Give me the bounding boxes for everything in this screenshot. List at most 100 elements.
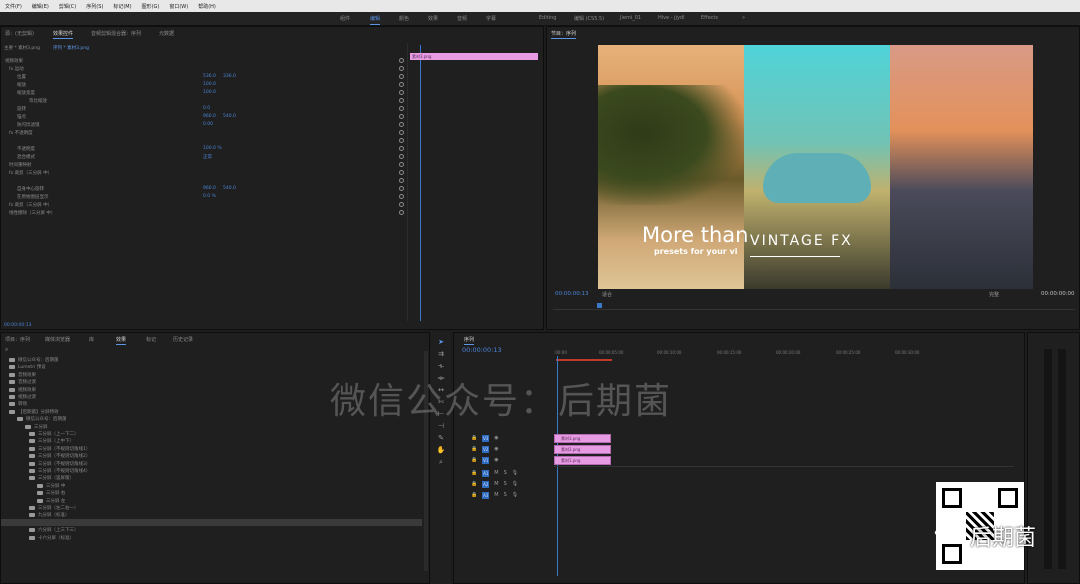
lock-icon[interactable]: 🔒 (471, 481, 477, 487)
track-header-a2[interactable]: 🔒 A2 M S 🎙 (471, 480, 518, 488)
effects-tree-item[interactable]: 音频过渡 (9, 379, 36, 385)
effects-tree-item[interactable]: 视频过渡 (9, 394, 36, 400)
workspace-tab[interactable]: 字幕 (486, 15, 496, 22)
reset-icon[interactable] (399, 122, 404, 127)
mute-icon[interactable]: M (494, 481, 498, 487)
effect-property-value[interactable]: 540.0 (223, 114, 236, 119)
sequence-clip-label[interactable]: 序列 * 素材3.png (53, 45, 89, 51)
ripple-edit-icon[interactable]: ⟛ (436, 362, 446, 370)
reset-icon[interactable] (399, 162, 404, 167)
lock-icon[interactable]: 🔒 (471, 457, 477, 463)
effect-property-value[interactable]: 0.0 % (203, 194, 216, 199)
effects-tree-item[interactable]: 三分屏（竖屏版） (29, 475, 74, 481)
track-label[interactable]: A3 (482, 491, 490, 499)
effects-tree-item[interactable]: 三分屏（不规则切角线4） (29, 468, 90, 474)
effect-property-row[interactable]: 在原始图层显示 (17, 193, 49, 201)
reset-icon[interactable] (399, 74, 404, 79)
track-header-a3[interactable]: 🔒 A3 M S 🎙 (471, 491, 518, 499)
reset-icon[interactable] (399, 194, 404, 199)
reset-icon[interactable] (399, 58, 404, 63)
timeline-clip[interactable]: 素材2.png (554, 445, 611, 454)
video-preview[interactable]: More than presets for your vi VINTAGE FX (598, 45, 1033, 289)
lock-icon[interactable]: 🔒 (471, 470, 477, 476)
effect-timecode[interactable]: 00:00:00:13 (4, 323, 31, 328)
track-label[interactable]: V2 (482, 445, 490, 453)
effect-property-row[interactable]: fx 运动 (9, 65, 24, 73)
tab-metadata[interactable]: 元数据 (159, 30, 174, 37)
track-header-v2[interactable]: 🔒 V2 ◉ (471, 445, 499, 453)
menu-edit[interactable]: 编辑(E) (32, 3, 49, 10)
effect-property-value[interactable]: 960.0 (203, 114, 216, 119)
effects-tree-item[interactable]: 三分屏（不规则切角线2） (29, 453, 90, 459)
menu-sequence[interactable]: 序列(S) (86, 3, 103, 10)
mic-icon[interactable]: 🎙 (512, 492, 518, 498)
menu-markers[interactable]: 标记(M) (113, 3, 131, 10)
effects-tree-item[interactable]: 三分屏（左二右一） (29, 505, 79, 511)
reset-icon[interactable] (399, 82, 404, 87)
selection-tool-icon[interactable]: ➤ (436, 338, 446, 346)
tab-markers[interactable]: 标记 (146, 336, 156, 343)
lock-icon[interactable]: 🔒 (471, 435, 477, 441)
reset-icon[interactable] (399, 154, 404, 159)
hand-icon[interactable]: ✋ (436, 446, 446, 454)
solo-icon[interactable]: S (504, 492, 507, 498)
quality-dropdown[interactable]: 完整 (989, 291, 999, 298)
effect-property-row[interactable]: 混合模式 (17, 153, 35, 161)
effects-tree-item[interactable]: 十六分屏（标准） (29, 535, 74, 541)
reset-icon[interactable] (399, 210, 404, 215)
eye-icon[interactable]: ◉ (494, 446, 498, 452)
timeline-clip[interactable]: 素材1.png (554, 456, 611, 465)
reset-icon[interactable] (399, 66, 404, 71)
solo-icon[interactable]: S (504, 481, 507, 487)
mute-icon[interactable]: M (494, 470, 498, 476)
reset-icon[interactable] (399, 146, 404, 151)
effects-tree-item[interactable]: 三分屏 右 (37, 490, 65, 496)
timeline-tab[interactable]: 序列 (464, 336, 475, 345)
mic-icon[interactable]: 🎙 (512, 470, 518, 476)
track-header-v1[interactable]: 🔒 V1 ◉ (471, 456, 499, 464)
tab-audio-mixer[interactable]: 音频剪辑混合器：序列 (91, 30, 141, 37)
workspace-tab[interactable]: Editing (539, 15, 556, 21)
effects-tree-item[interactable]: 三分屏 中 (37, 483, 65, 489)
effects-tree-item[interactable]: Lumetri 预设 (9, 364, 46, 370)
program-monitor-title[interactable]: 节目：序列 (551, 30, 577, 39)
effects-tree-item[interactable]: 转场 (9, 401, 27, 407)
reset-icon[interactable] (399, 130, 404, 135)
track-label[interactable]: V1 (482, 456, 490, 464)
workspace-tab[interactable]: 颜色 (399, 15, 409, 22)
effect-property-row[interactable]: 等比缩放 (29, 97, 47, 105)
effects-tree-item[interactable]: 三分屏 左 (37, 498, 65, 504)
track-label[interactable]: A2 (482, 480, 490, 488)
effect-property-value[interactable]: 100.0 (203, 90, 216, 95)
track-label[interactable]: V3 (482, 434, 490, 442)
effect-property-row[interactable]: 时间重映射 (9, 161, 32, 169)
workspace-tab-active[interactable]: 编辑 (370, 15, 381, 25)
effects-tree-item[interactable]: 视频效果 (9, 387, 36, 393)
effects-tree-item[interactable]: 微信公众号：后期菌 (17, 416, 67, 422)
workspace-tab[interactable]: 音频 (457, 15, 467, 22)
mic-icon[interactable]: 🎙 (512, 481, 518, 487)
tab-project[interactable]: 项目：序列 (5, 336, 30, 343)
reset-icon[interactable] (399, 106, 404, 111)
reset-icon[interactable] (399, 98, 404, 103)
effect-property-row[interactable]: 锚点 (17, 113, 26, 121)
effect-property-value[interactable]: 0.00 (203, 122, 213, 127)
mute-icon[interactable]: M (494, 492, 498, 498)
menu-help[interactable]: 帮助(H) (198, 3, 216, 10)
program-scrub-bar[interactable] (553, 303, 1075, 310)
program-playhead[interactable] (597, 303, 602, 308)
search-icon[interactable]: ⌕ (5, 346, 8, 354)
track-header-a1[interactable]: 🔒 A1 M S 🎙 (471, 469, 518, 477)
tab-history[interactable]: 历史记录 (173, 336, 193, 343)
effects-tree-item[interactable]: 微信公众号：后期菌 (9, 357, 59, 363)
lock-icon[interactable]: 🔒 (471, 492, 477, 498)
effect-property-row[interactable]: 自身中心旋转 (17, 185, 44, 193)
effect-property-value[interactable]: 540.0 (223, 186, 236, 191)
effects-tree-item[interactable]: 三分屏（上一下二） (29, 431, 79, 437)
workspace-tab[interactable]: 效果 (428, 15, 438, 22)
effects-tree-item[interactable]: 音频效果 (9, 372, 36, 378)
effects-tree-item[interactable]: 九分屏（标准） (29, 512, 70, 518)
effect-property-row[interactable]: fx 不透明度 (9, 129, 33, 137)
track-header-v3[interactable]: 🔒 V3 ◉ (471, 434, 499, 442)
effects-tree-item[interactable]: 三分屏（不规则切角线3） (29, 461, 90, 467)
